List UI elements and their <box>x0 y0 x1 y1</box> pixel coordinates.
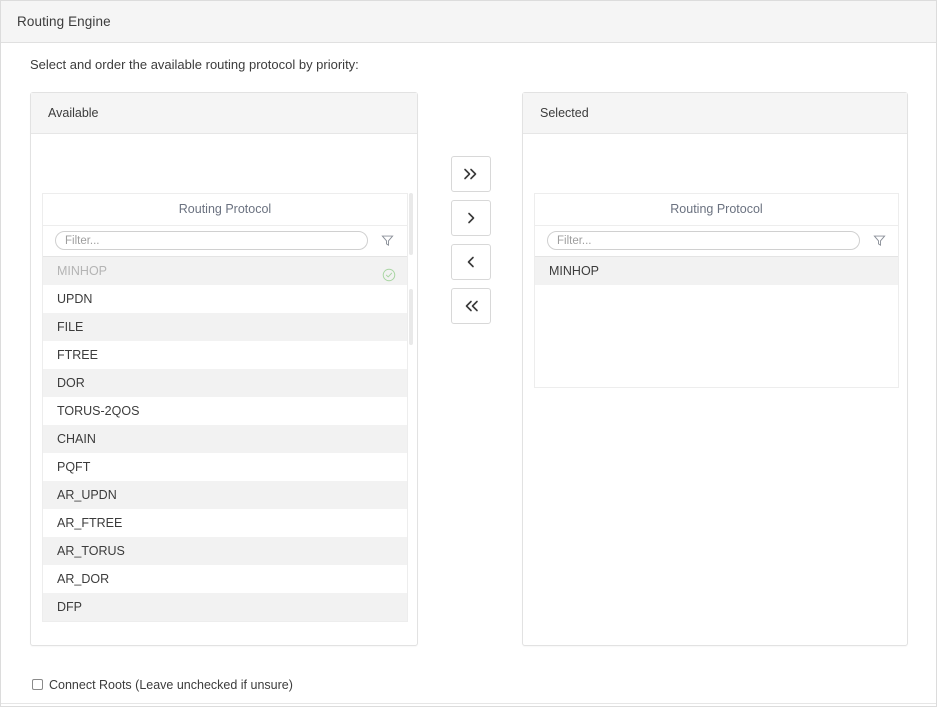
table-row-label: MINHOP <box>57 264 107 278</box>
selected-column-header: Routing Protocol <box>535 202 898 216</box>
table-row-label: PQFT <box>57 460 90 474</box>
available-panel: Available Routing Protocol MINHOP UPDN FIL… <box>30 92 418 646</box>
selected-filter-row <box>535 226 898 257</box>
table-row[interactable]: DOR <box>43 369 407 397</box>
table-row[interactable]: AR_TORUS <box>43 537 407 565</box>
selected-panel: Selected Routing Protocol MINHOP <box>522 92 908 646</box>
routing-engine-page: Routing Engine Select and order the avai… <box>0 0 937 707</box>
available-table-body: MINHOP UPDN FILE FTREE DOR TORUS-2QOS CHAIN PQF… <box>43 257 407 621</box>
table-empty-space <box>535 285 898 387</box>
selected-panel-title: Selected <box>540 106 589 120</box>
selected-panel-header: Selected <box>523 93 907 134</box>
available-column-header: Routing Protocol <box>43 202 407 216</box>
move-right-button[interactable] <box>451 200 491 236</box>
table-row-label: MINHOP <box>549 264 599 278</box>
table-row[interactable]: MINHOP <box>43 257 407 285</box>
page-title: Routing Engine <box>17 14 111 29</box>
selected-table-head: Routing Protocol <box>535 194 898 226</box>
available-table-scrollbar[interactable] <box>409 193 413 255</box>
table-row-label: AR_FTREE <box>57 516 122 530</box>
available-table-scrollbar-lower[interactable] <box>409 289 413 345</box>
table-row[interactable]: AR_UPDN <box>43 481 407 509</box>
window-titlebar: Routing Engine <box>1 1 936 43</box>
table-row-label: DOR <box>57 376 85 390</box>
available-filter-row <box>43 226 407 257</box>
selected-table: Routing Protocol MINHOP <box>534 193 899 388</box>
table-row-label: DFP <box>57 600 82 614</box>
table-row[interactable]: CHAIN <box>43 425 407 453</box>
circle-check-icon <box>382 264 396 278</box>
table-row-label: AR_UPDN <box>57 488 117 502</box>
table-row[interactable]: DFP <box>43 593 407 621</box>
double-chevron-right-icon <box>463 168 479 180</box>
available-panel-title: Available <box>48 106 99 120</box>
move-all-right-button[interactable] <box>451 156 491 192</box>
footer-divider <box>1 703 936 704</box>
move-all-left-button[interactable] <box>451 288 491 324</box>
table-row-label: AR_TORUS <box>57 544 125 558</box>
table-row-label: TORUS-2QOS <box>57 404 139 418</box>
table-row-label: UPDN <box>57 292 92 306</box>
table-row[interactable]: TORUS-2QOS <box>43 397 407 425</box>
move-left-button[interactable] <box>451 244 491 280</box>
funnel-icon[interactable] <box>381 234 394 247</box>
table-row-label: CHAIN <box>57 432 96 446</box>
table-row[interactable]: FILE <box>43 313 407 341</box>
connect-roots-label: Connect Roots (Leave unchecked if unsure… <box>49 678 293 692</box>
table-row[interactable]: UPDN <box>43 285 407 313</box>
selected-table-body: MINHOP <box>535 257 898 387</box>
available-panel-header: Available <box>31 93 417 134</box>
table-row[interactable]: FTREE <box>43 341 407 369</box>
table-row[interactable]: AR_DOR <box>43 565 407 593</box>
available-filter-input[interactable] <box>55 231 368 250</box>
chevron-right-icon <box>466 212 476 224</box>
available-table-head: Routing Protocol <box>43 194 407 226</box>
table-row-label: FTREE <box>57 348 98 362</box>
double-chevron-left-icon <box>463 300 479 312</box>
funnel-icon[interactable] <box>873 234 886 247</box>
table-row[interactable]: AR_FTREE <box>43 509 407 537</box>
chevron-left-icon <box>466 256 476 268</box>
table-row[interactable]: PQFT <box>43 453 407 481</box>
instruction-text: Select and order the available routing p… <box>30 57 359 72</box>
selected-filter-input[interactable] <box>547 231 860 250</box>
available-table: Routing Protocol MINHOP UPDN FILE FTREE DOR T… <box>42 193 408 622</box>
table-row-label: FILE <box>57 320 83 334</box>
table-row-label: AR_DOR <box>57 572 109 586</box>
connect-roots-checkbox[interactable] <box>32 679 43 690</box>
table-row[interactable]: MINHOP <box>535 257 898 285</box>
transfer-button-group <box>451 156 491 332</box>
